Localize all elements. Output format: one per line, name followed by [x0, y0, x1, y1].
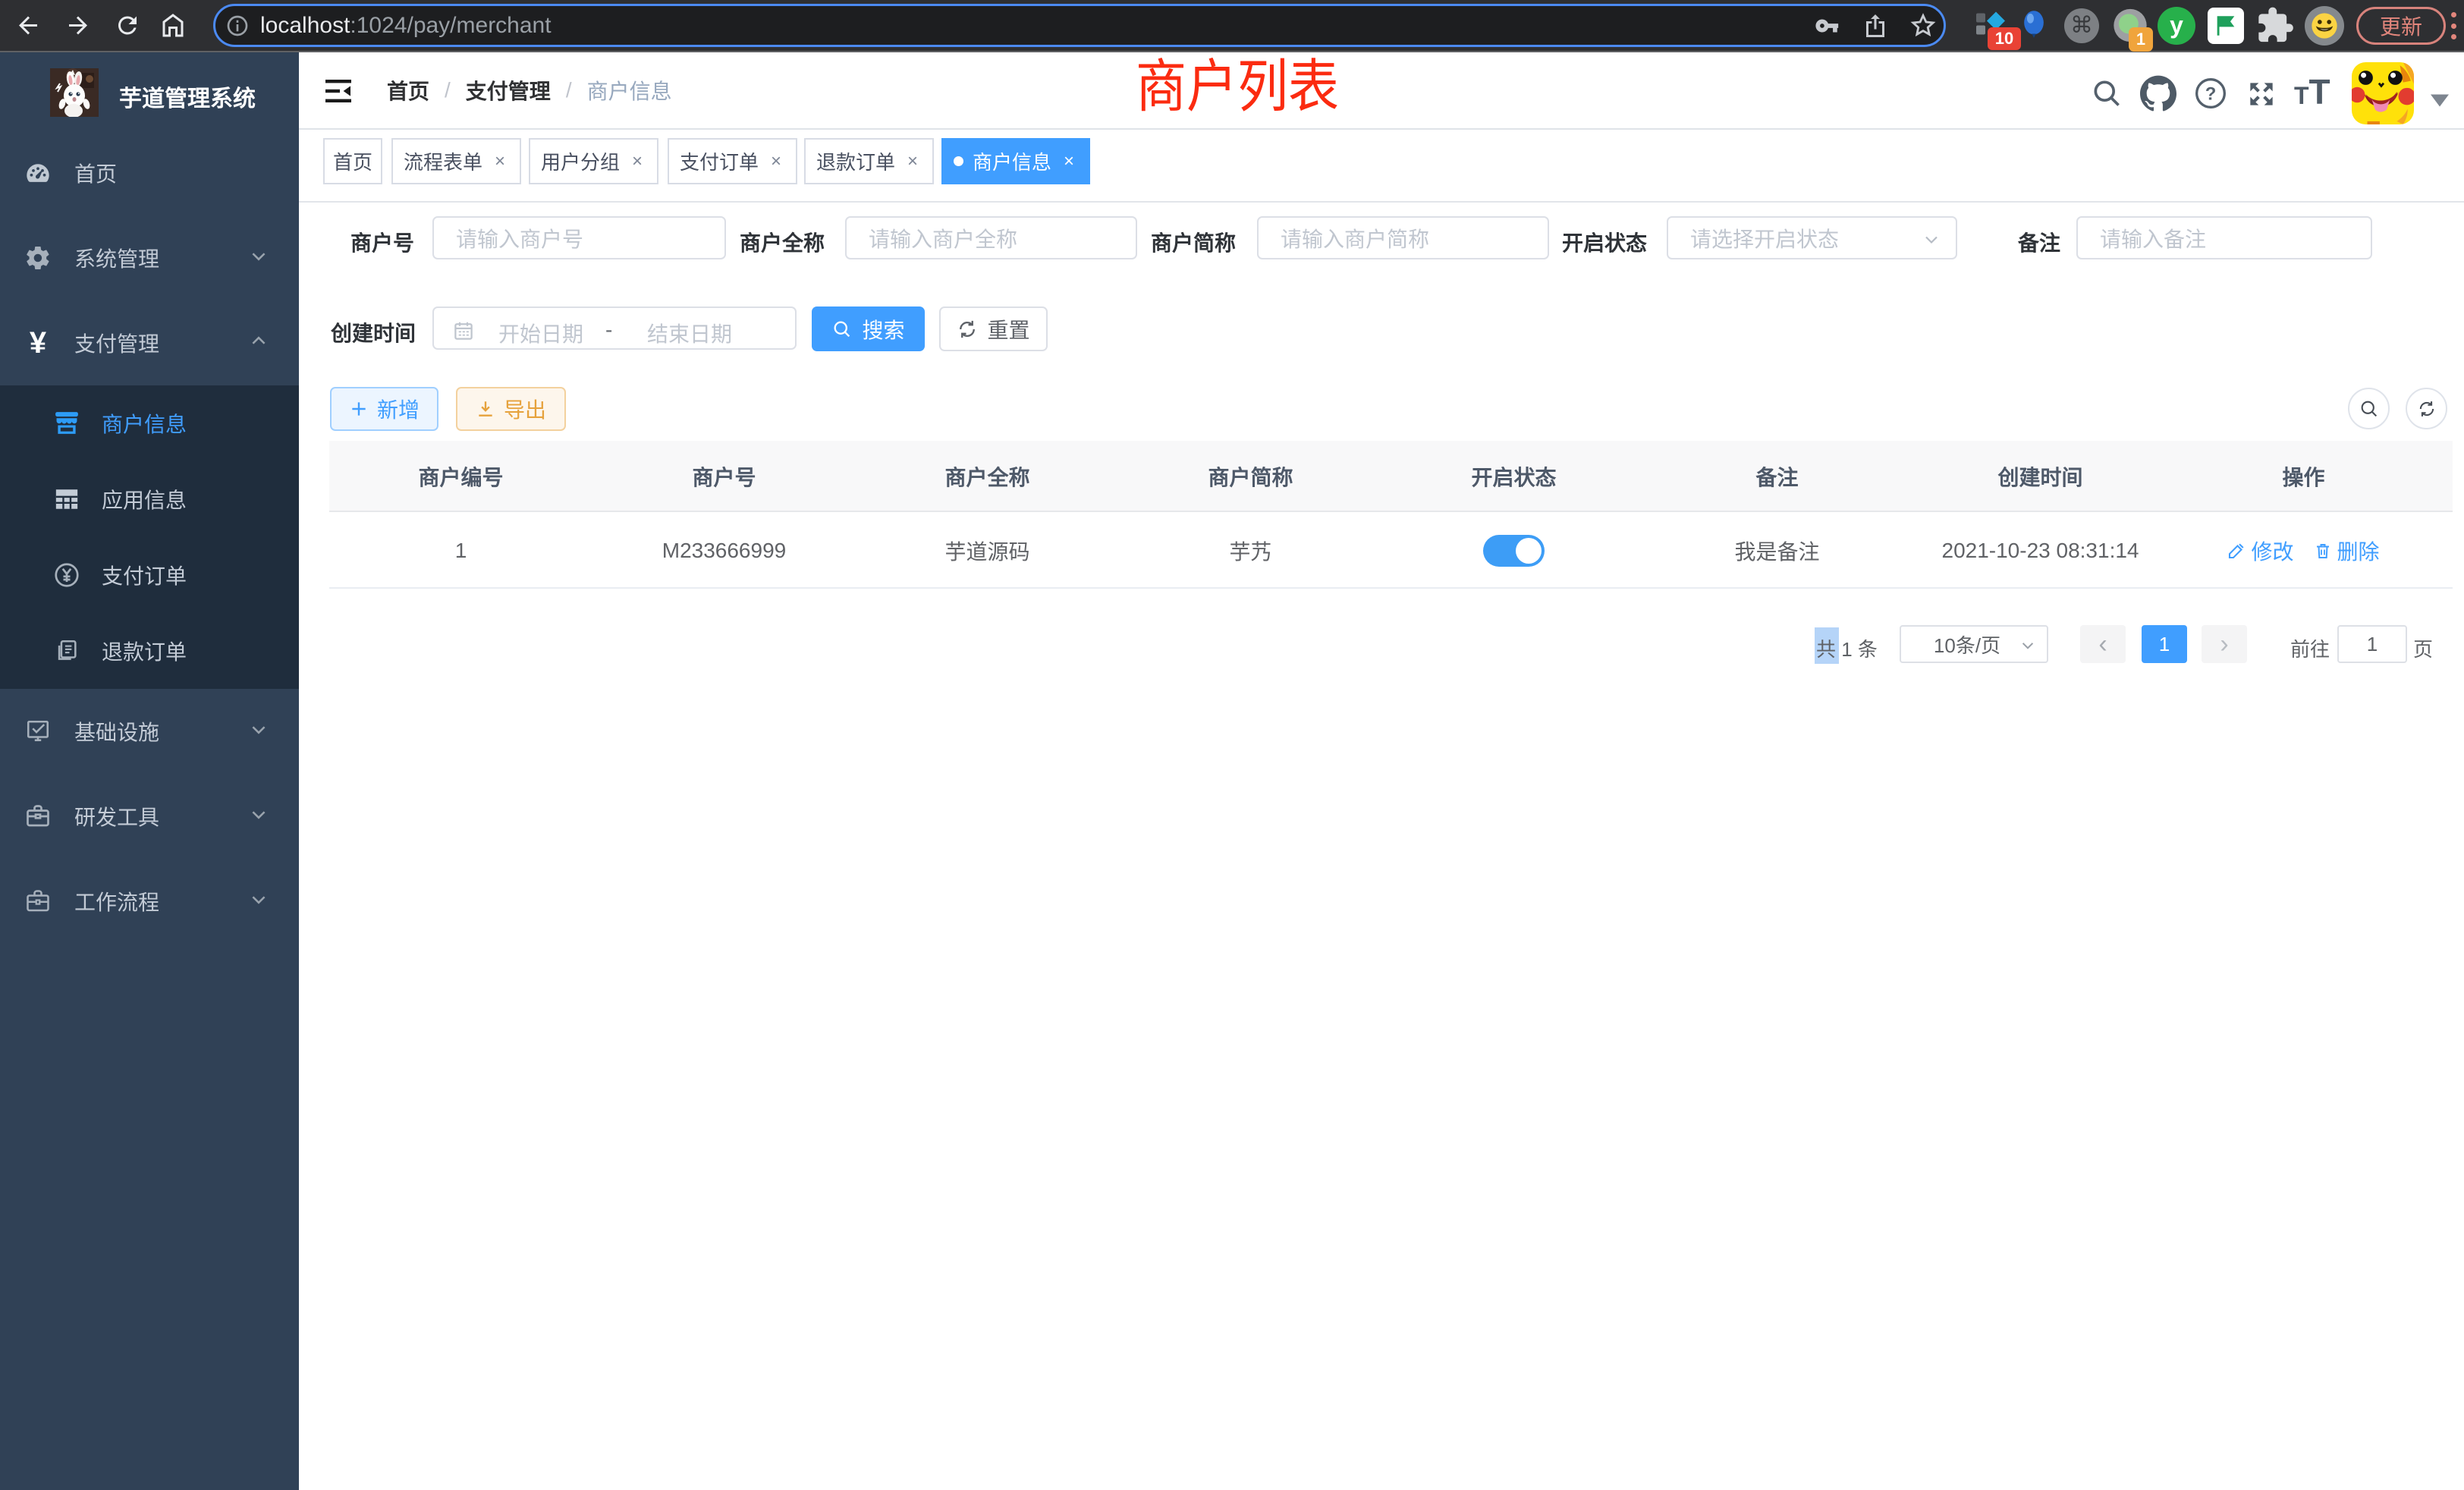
svg-text:?: ?: [2205, 83, 2217, 104]
